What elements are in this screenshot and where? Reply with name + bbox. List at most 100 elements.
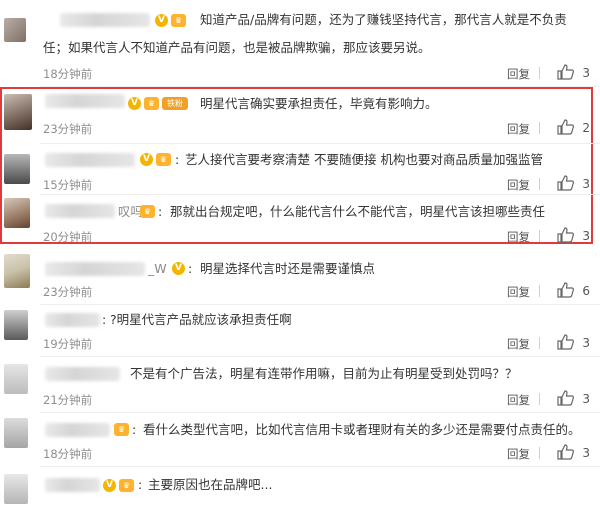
comment-item: V ♛ 知道产品/品牌有问题，还为了赚钱坚持代言，那代言人就是不负责 任；如果代… xyxy=(0,0,600,85)
like-count: 3 xyxy=(582,392,590,406)
comment-time: 19分钟前 xyxy=(43,337,93,351)
comment-item: V ♛ : 主要原因也在品牌吧... xyxy=(0,468,600,505)
comment-text: 主要原因也在品牌吧... xyxy=(148,477,273,492)
comment-text-continued: 任；如果代言人不知道产品有问题，也是被品牌欺骗，那应该要另说。 xyxy=(43,40,431,55)
username-blurred[interactable] xyxy=(45,262,145,276)
username-blurred[interactable] xyxy=(45,313,100,327)
reply-button[interactable]: 回复 xyxy=(507,446,530,462)
divider xyxy=(40,412,600,413)
fan-badge-icon: ♛ xyxy=(144,97,159,110)
comment-time: 20分钟前 xyxy=(43,230,93,244)
colon: : xyxy=(188,261,193,276)
thumbs-up-icon[interactable] xyxy=(556,175,574,191)
comment-text: 知道产品/品牌有问题，还为了赚钱坚持代言，那代言人就是不负责 xyxy=(200,12,567,27)
thumbs-up-icon[interactable] xyxy=(556,444,574,460)
comment-text: 那就出台规定吧，什么能代言什么不能代言，明星代言该担哪些责任 xyxy=(170,204,546,219)
verified-icon: V xyxy=(103,479,116,492)
comment-time: 21分钟前 xyxy=(43,393,93,407)
reply-button[interactable]: 回复 xyxy=(507,284,530,300)
colon: : xyxy=(175,152,180,167)
like-count: 3 xyxy=(582,177,590,191)
comment-text: 明星选择代言时还是需要谨慎点 xyxy=(200,261,376,276)
colon: : xyxy=(158,204,163,219)
thumbs-up-icon[interactable] xyxy=(556,119,574,135)
thumbs-up-icon[interactable] xyxy=(556,227,574,243)
avatar[interactable] xyxy=(4,18,26,42)
comment-text: ?明星代言产品就应该承担责任啊 xyxy=(110,312,292,327)
comment-text: 明星代言确实要承担责任，毕竟有影响力。 xyxy=(200,96,438,111)
user-badges: V ♛ xyxy=(155,14,186,27)
comment-item: V ♛ : 艺人接代言要考察清楚 不要随便接 机构也要对商品质量加强监管 15分… xyxy=(0,144,600,194)
comment-item: _W V : 明星选择代言时还是需要谨慎点 23分钟前 回复 6 xyxy=(0,250,600,302)
fan-level-badge: 铁粉 xyxy=(162,97,188,110)
avatar[interactable] xyxy=(4,254,30,288)
comment-text: 看什么类型代言吧，比如代言信用卡或者理财有关的多少还是需要付点责任的。 xyxy=(143,422,581,437)
comment-time: 15分钟前 xyxy=(43,178,93,192)
avatar[interactable] xyxy=(4,364,28,394)
comment-time: 18分钟前 xyxy=(43,67,93,81)
comment-text: 艺人接代言要考察清楚 不要随便接 机构也要对商品质量加强监管 xyxy=(185,152,543,167)
comment-time: 23分钟前 xyxy=(43,285,93,299)
separator xyxy=(539,285,540,297)
comment-item: ♛ : 看什么类型代言吧，比如代言信用卡或者理财有关的多少还是需要付点责任的。 … xyxy=(0,414,600,464)
separator xyxy=(539,337,540,349)
fan-badge-icon: ♛ xyxy=(114,423,129,436)
comment-time: 23分钟前 xyxy=(43,122,93,136)
divider xyxy=(40,304,600,305)
verified-icon: V xyxy=(172,262,185,275)
colon: : xyxy=(132,422,137,437)
username-blurred[interactable] xyxy=(45,204,115,218)
separator xyxy=(539,393,540,405)
comment-item: : ?明星代言产品就应该承担责任啊 19分钟前 回复 3 xyxy=(0,306,600,354)
thumbs-up-icon[interactable] xyxy=(556,282,574,298)
verified-icon: V xyxy=(128,97,141,110)
separator xyxy=(539,447,540,459)
avatar[interactable] xyxy=(4,94,32,130)
username-blurred[interactable] xyxy=(60,13,150,27)
avatar[interactable] xyxy=(4,474,28,504)
username-tail[interactable]: _W xyxy=(148,257,167,281)
user-badges: ♛ xyxy=(114,423,129,436)
thumbs-up-icon[interactable] xyxy=(556,64,574,80)
divider xyxy=(40,194,600,195)
avatar[interactable] xyxy=(4,154,30,184)
fan-badge-icon: ♛ xyxy=(156,153,171,166)
like-count: 2 xyxy=(582,121,590,135)
comment-item: V ♛ 铁粉 明星代言确实要承担责任，毕竟有影响力。 23分钟前 回复 2 xyxy=(0,88,600,140)
avatar[interactable] xyxy=(4,310,28,340)
fan-badge-icon: ♛ xyxy=(171,14,186,27)
reply-button[interactable]: 回复 xyxy=(507,177,530,193)
thumbs-up-icon[interactable] xyxy=(556,390,574,406)
separator xyxy=(539,122,540,134)
separator xyxy=(539,67,540,79)
username-blurred[interactable] xyxy=(45,153,135,167)
reply-button[interactable]: 回复 xyxy=(507,392,530,408)
reply-button[interactable]: 回复 xyxy=(507,121,530,137)
like-count: 3 xyxy=(582,336,590,350)
avatar[interactable] xyxy=(4,418,28,448)
like-count: 6 xyxy=(582,284,590,298)
colon: : xyxy=(138,477,143,492)
colon: : xyxy=(102,312,107,327)
user-badges: V xyxy=(172,262,185,275)
fan-badge-icon: ♛ xyxy=(140,205,155,218)
verified-icon: V xyxy=(140,153,153,166)
divider xyxy=(40,356,600,357)
avatar[interactable] xyxy=(4,198,30,228)
comment-item: 叹吗 ♛ : 那就出台规定吧，什么能代言什么不能代言，明星代言该担哪些责任 20… xyxy=(0,196,600,244)
comment-item: 不是有个广告法，明星有连带作用嘛，目前为止有明星受到处罚吗？？ 21分钟前 回复… xyxy=(0,358,600,410)
thumbs-up-icon[interactable] xyxy=(556,334,574,350)
comment-text: 不是有个广告法，明星有连带作用嘛，目前为止有明星受到处罚吗？？ xyxy=(130,366,518,381)
username-blurred[interactable] xyxy=(45,423,110,437)
separator xyxy=(539,178,540,190)
like-count: 3 xyxy=(582,229,590,243)
fan-badge-icon: ♛ xyxy=(119,479,134,492)
reply-button[interactable]: 回复 xyxy=(507,336,530,352)
reply-button[interactable]: 回复 xyxy=(507,229,530,245)
comment-time: 18分钟前 xyxy=(43,447,93,461)
user-badges: V ♛ 铁粉 xyxy=(128,97,188,110)
username-blurred[interactable] xyxy=(45,94,125,108)
username-blurred[interactable] xyxy=(45,367,120,381)
reply-button[interactable]: 回复 xyxy=(507,66,530,82)
username-blurred[interactable] xyxy=(45,478,100,492)
